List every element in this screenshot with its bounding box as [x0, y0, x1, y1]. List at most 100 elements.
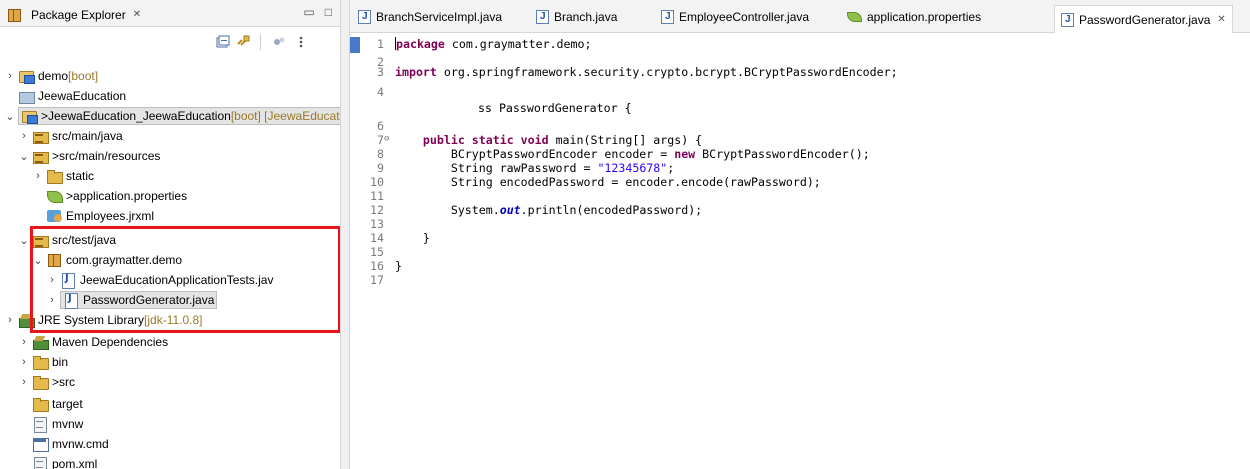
tree-item-com-graymatter-demo[interactable]: ⌄ com.graymatter.demo [32, 250, 182, 270]
chevron-right-icon[interactable]: › [18, 356, 30, 368]
tree-item-password-generator[interactable]: › PasswordGenerator.java [46, 290, 218, 310]
tree-item-jre-system-library[interactable]: › JRE System Library [jdk-11.0.8] [4, 310, 203, 330]
library-icon [18, 313, 35, 328]
view-window-controls: ▭ □ [303, 5, 332, 19]
code-line: 13 [370, 217, 384, 231]
source-folder-icon [32, 149, 49, 164]
code-line: 15 [370, 245, 384, 259]
tree-item-label: src/main/resources [59, 149, 161, 163]
tree-item-pom-xml[interactable]: pom.xml [32, 454, 97, 469]
link-with-editor-icon[interactable] [236, 35, 250, 49]
code-line: 7 ⊖ public static void main(String[] args… [377, 132, 703, 147]
tree-item-application-properties[interactable]: > application.properties [46, 186, 187, 206]
chevron-right-icon[interactable]: › [18, 130, 30, 142]
tree-item-bin[interactable]: › bin [18, 352, 68, 372]
java-file-icon [1061, 12, 1074, 27]
properties-file-icon [847, 12, 862, 22]
tree-item-jeewaeducation[interactable]: JeewaEducation [18, 86, 126, 106]
tab-application-properties[interactable]: application.properties [847, 6, 981, 28]
overview-marker [350, 37, 360, 53]
tree-item-label: src/test/java [52, 233, 117, 247]
minimize-icon[interactable]: ▭ [303, 5, 314, 19]
tree-item-label: PasswordGenerator.java [83, 293, 215, 307]
tree-item-label: JeewaEducationApplicationTests.jav [80, 273, 274, 287]
chevron-down-icon[interactable]: ⌄ [4, 110, 16, 123]
chevron-right-icon[interactable]: › [4, 314, 16, 326]
tree-item-label: static [66, 169, 95, 183]
package-explorer-tab[interactable]: Package Explorer ✕ [6, 6, 141, 23]
chevron-right-icon[interactable]: › [32, 170, 44, 182]
java-file-icon [536, 10, 549, 24]
folder-icon [32, 397, 49, 412]
tree-item-employees-jrxml[interactable]: Employees.jrxml [46, 206, 154, 226]
tab-label: Branch.java [554, 10, 618, 24]
tree-item-src-test-java[interactable]: ⌄ src/test/java [18, 230, 116, 250]
git-dirty-prefix: > [52, 149, 60, 163]
collapse-all-icon[interactable] [216, 35, 230, 49]
tree-item-label: mvnw [52, 417, 84, 431]
java-file-icon [60, 273, 76, 289]
code-line: ss PasswordGenerator { [478, 101, 632, 115]
tree-item-static[interactable]: › static [32, 166, 94, 186]
chevron-down-icon[interactable]: ⌄ [32, 254, 44, 267]
chevron-right-icon[interactable]: › [46, 294, 58, 306]
tab-label: BranchServiceImpl.java [376, 10, 503, 24]
java-file-icon [661, 10, 674, 24]
tree-item-label: mvnw.cmd [52, 437, 109, 451]
focus-icon[interactable] [272, 35, 286, 49]
folder-icon [32, 375, 49, 390]
fold-collapse-icon[interactable]: ⊖ [384, 132, 389, 146]
java-editor[interactable]: 1 package com.graymatter.demo; 2 3 import … [350, 33, 1250, 469]
tree-item-jeewaeducation-application-tests[interactable]: › JeewaEducationApplicationTests.jav [46, 270, 273, 290]
package-explorer-toolbar [0, 27, 340, 57]
package-explorer-header: Package Explorer ✕ ▭ □ [0, 0, 340, 27]
code-line: 1 package com.graymatter.demo; [377, 37, 592, 51]
tab-branch[interactable]: Branch.java [536, 6, 617, 28]
tree-item-src-main-resources[interactable]: ⌄ > src/main/resources [18, 146, 160, 166]
tab-label: application.properties [867, 10, 982, 24]
tree-item-mvnw-cmd[interactable]: mvnw.cmd [32, 434, 109, 454]
tab-employee-controller[interactable]: EmployeeController.java [661, 6, 809, 28]
git-dirty-prefix: > [52, 375, 60, 389]
tab-password-generator[interactable]: PasswordGenerator.java ✕ [1054, 5, 1233, 33]
folder-icon [46, 169, 63, 184]
tree-item-label: demo [38, 69, 69, 83]
tree-item-src[interactable]: › > src [18, 372, 75, 392]
editor-tab-bar: BranchServiceImpl.java Branch.java Emplo… [350, 0, 1250, 33]
close-icon[interactable]: ✕ [133, 9, 141, 20]
tree-item-label: Employees.jrxml [66, 209, 155, 223]
tree-item-label: bin [52, 355, 69, 369]
code-line: 17 [370, 273, 384, 287]
java-file-icon [358, 10, 371, 24]
chevron-right-icon[interactable]: › [4, 70, 16, 82]
tab-label: EmployeeController.java [679, 10, 810, 24]
tab-branch-service-impl[interactable]: BranchServiceImpl.java [358, 6, 502, 28]
code-line: 16} [370, 259, 402, 273]
tree-item-label: src/main/java [52, 129, 123, 143]
tree-item-demo[interactable]: › demo [boot] [4, 66, 98, 86]
source-folder-icon [32, 233, 49, 248]
folder-icon [32, 355, 49, 370]
chevron-down-icon[interactable]: ⌄ [18, 234, 30, 247]
git-dirty-prefix: > [41, 109, 49, 123]
view-sash[interactable] [340, 0, 350, 469]
library-icon [32, 335, 49, 350]
chevron-right-icon[interactable]: › [18, 376, 30, 388]
tree-item-maven-dependencies[interactable]: › Maven Dependencies [18, 332, 168, 352]
tree-item-src-main-java[interactable]: › src/main/java [18, 126, 123, 146]
code-line: 9 String rawPassword = "12345678"; [377, 161, 675, 175]
tree-item-decoration: [jdk-11.0.8] [144, 313, 203, 327]
package-explorer-title: Package Explorer [31, 7, 126, 22]
view-menu-icon[interactable] [294, 35, 308, 49]
chevron-right-icon[interactable]: › [18, 336, 30, 348]
close-icon[interactable]: ✕ [1217, 14, 1225, 25]
code-line: 12 System.out.println(encodedPassword); [370, 203, 703, 217]
tree-item-target[interactable]: target [32, 394, 83, 414]
cmd-file-icon [32, 437, 49, 452]
chevron-down-icon[interactable]: ⌄ [18, 150, 30, 163]
package-explorer-icon [6, 8, 22, 22]
maximize-icon[interactable]: □ [325, 5, 332, 19]
properties-file-icon [46, 189, 63, 203]
chevron-right-icon[interactable]: › [46, 274, 58, 286]
tree-item-mvnw[interactable]: mvnw [32, 414, 83, 434]
